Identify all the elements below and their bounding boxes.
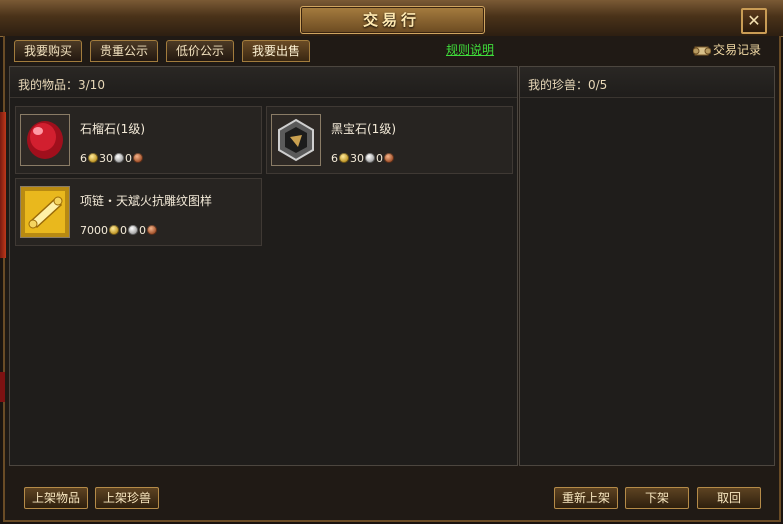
close-button[interactable]: ✕: [741, 8, 767, 34]
gold-amount: 6: [331, 152, 338, 165]
copper-coin-icon: [133, 153, 143, 163]
item-name: 石榴石(1级): [80, 122, 145, 136]
silver-amount: 0: [120, 224, 127, 237]
trade-record-button[interactable]: 交易记录: [693, 39, 761, 61]
item-price: 7000 0 0: [80, 224, 158, 237]
side-decoration-lower: [0, 372, 5, 402]
list-item-button[interactable]: 上架物品: [24, 487, 88, 509]
my-items-header: 我的物品：3/10: [10, 67, 517, 98]
my-items-panel: 我的物品：3/10 石榴石(1级) 6 30 0 黑宝石(1级) 6 30 0 …: [9, 66, 518, 466]
rules-link[interactable]: 规则说明: [446, 41, 494, 58]
silver-coin-icon: [128, 225, 138, 235]
side-decoration: [0, 112, 6, 258]
title-bar: 交易行 ✕: [0, 0, 783, 37]
my-pets-panel: 我的珍兽：0/5: [519, 66, 775, 466]
silver-coin-icon: [114, 153, 124, 163]
gold-amount: 7000: [80, 224, 108, 237]
item-slot-garnet[interactable]: 石榴石(1级) 6 30 0: [15, 106, 262, 174]
copper-coin-icon: [384, 153, 394, 163]
tab-sell[interactable]: 我要出售: [242, 40, 311, 62]
my-pets-title: 我的珍兽：0/5: [528, 78, 608, 92]
relist-button[interactable]: 重新上架: [554, 487, 618, 509]
item-name: 项链・天斌火抗雕纹图样: [80, 194, 213, 208]
item-price: 6 30 0: [331, 152, 395, 165]
gold-coin-icon: [109, 225, 119, 235]
trade-record-label: 交易记录: [713, 43, 762, 57]
black-gem-icon: [271, 114, 321, 166]
copper-coin-icon: [147, 225, 157, 235]
window-title: 交易行: [362, 11, 420, 29]
copper-amount: 0: [376, 152, 383, 165]
copper-amount: 0: [125, 152, 132, 165]
red-gem-icon: [20, 114, 70, 166]
silver-amount: 30: [350, 152, 364, 165]
my-items-title: 我的物品：3/10: [18, 78, 105, 92]
scroll-pattern-icon: [20, 186, 70, 238]
tab-low-price-notice[interactable]: 低价公示: [166, 40, 235, 62]
copper-amount: 0: [139, 224, 146, 237]
silver-amount: 30: [99, 152, 113, 165]
retrieve-button[interactable]: 取回: [697, 487, 761, 509]
list-pet-button[interactable]: 上架珍兽: [95, 487, 159, 509]
silver-coin-icon: [365, 153, 375, 163]
item-price: 6 30 0: [80, 152, 144, 165]
gold-coin-icon: [88, 153, 98, 163]
delist-button[interactable]: 下架: [625, 487, 689, 509]
item-name: 黑宝石(1级): [331, 122, 396, 136]
tab-buy[interactable]: 我要购买: [14, 40, 83, 62]
tab-valuable-notice[interactable]: 贵重公示: [90, 40, 159, 62]
gold-amount: 6: [80, 152, 87, 165]
scroll-icon: [693, 46, 711, 55]
gold-coin-icon: [339, 153, 349, 163]
item-slot-necklace-pattern[interactable]: 项链・天斌火抗雕纹图样 7000 0 0: [15, 178, 262, 246]
my-pets-header: 我的珍兽：0/5: [520, 67, 774, 98]
item-slot-black-gem[interactable]: 黑宝石(1级) 6 30 0: [266, 106, 513, 174]
